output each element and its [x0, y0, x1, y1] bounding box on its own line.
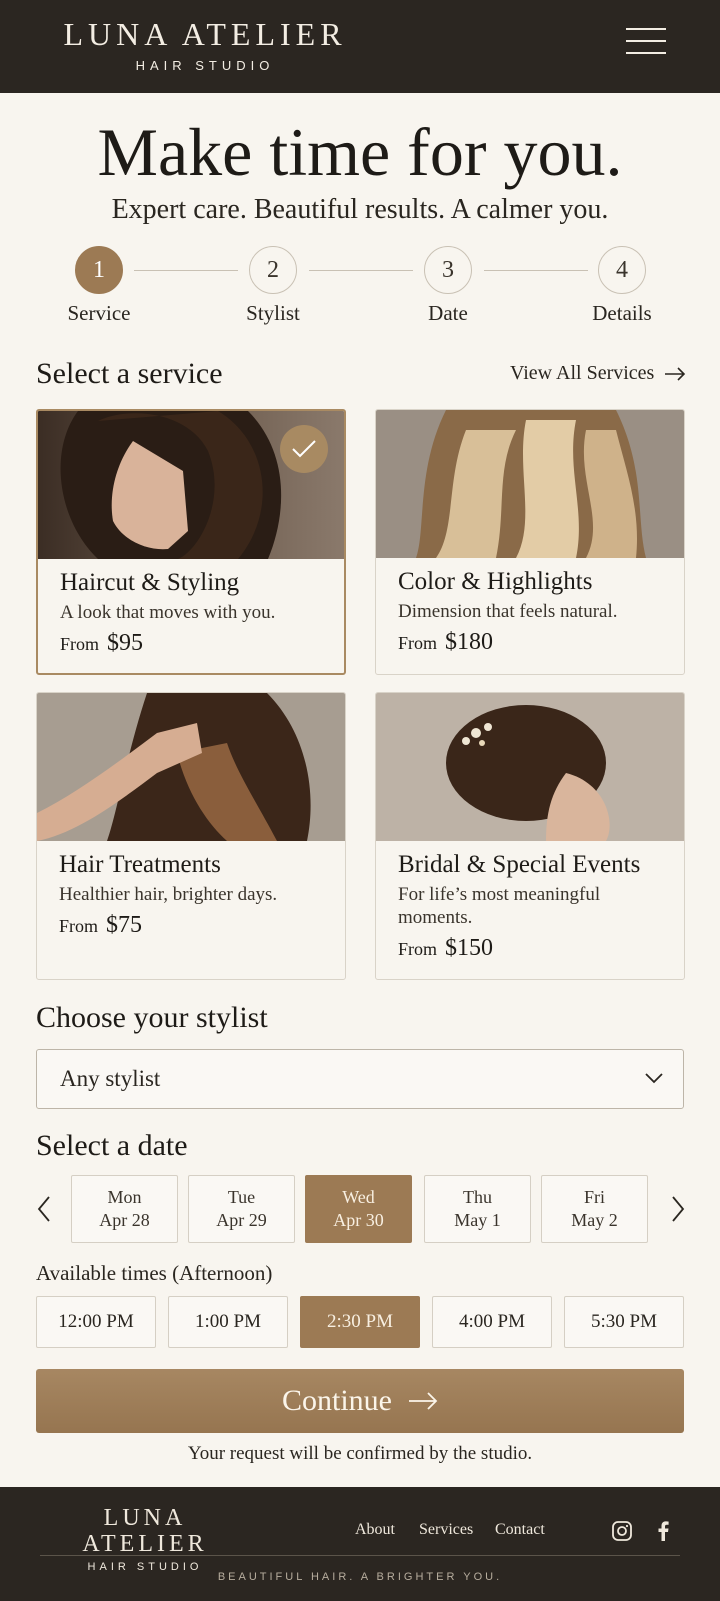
price-prefix: From	[398, 633, 438, 653]
service-title: Haircut & Styling	[60, 569, 240, 596]
price-prefix: From	[398, 939, 438, 959]
step-label: Service	[67, 301, 131, 325]
step-details[interactable]: 4 Details	[562, 246, 682, 326]
hero-subtitle: Expert care. Beautiful results. A calmer…	[111, 194, 609, 225]
service-card-color[interactable]: Color & Highlights Dimension that feels …	[375, 409, 685, 675]
arrow-right-icon	[665, 366, 686, 381]
footer-brand-name: LUNA ATELIER	[82, 1505, 208, 1557]
hamburger-menu-icon[interactable]	[626, 28, 666, 58]
arrow-right-icon	[409, 1392, 438, 1410]
date-value: May 1	[454, 1210, 501, 1230]
price-prefix: From	[59, 916, 99, 936]
footer-link-contact[interactable]: Contact	[495, 1521, 545, 1539]
service-description: For life’s most meaningful moments.	[398, 884, 601, 928]
chevron-left-icon[interactable]	[32, 1193, 56, 1225]
chevron-down-icon	[645, 1073, 663, 1084]
price-amount: $180	[445, 629, 494, 655]
step-label: Stylist	[246, 301, 300, 325]
view-all-label: View All Services	[510, 362, 655, 384]
service-image-haircut	[38, 411, 344, 559]
service-description: Dimension that feels natural.	[398, 601, 618, 622]
time-slot-selected[interactable]: 2:30 PM	[300, 1296, 420, 1348]
step-label: Date	[428, 301, 468, 325]
facebook-icon[interactable]	[651, 1519, 675, 1543]
date-day: Mon	[107, 1187, 142, 1207]
price-amount: $95	[107, 630, 144, 656]
step-number: 4	[598, 246, 646, 294]
chevron-right-icon[interactable]	[666, 1193, 690, 1225]
date-day: Thu	[463, 1187, 492, 1207]
date-chip[interactable]: Mon Apr 28	[71, 1175, 178, 1243]
stylist-select[interactable]: Any stylist	[36, 1049, 684, 1109]
step-service[interactable]: 1 Service	[39, 246, 159, 326]
date-day: Fri	[583, 1187, 605, 1207]
service-title: Hair Treatments	[59, 851, 221, 878]
brand-name: LUNA ATELIER	[63, 16, 347, 52]
selected-check-icon	[280, 425, 328, 473]
step-number: 1	[75, 246, 123, 294]
time-slot[interactable]: 5:30 PM	[564, 1296, 684, 1348]
service-image-bridal	[376, 693, 684, 841]
service-image-color	[376, 410, 684, 558]
date-chip[interactable]: Tue Apr 29	[188, 1175, 295, 1243]
available-times-label: Available times (Afternoon)	[36, 1261, 273, 1285]
footer-divider	[40, 1555, 680, 1556]
date-chip[interactable]: Thu May 1	[424, 1175, 531, 1243]
service-card-haircut[interactable]: Haircut & Styling A look that moves with…	[36, 409, 346, 675]
step-number: 3	[424, 246, 472, 294]
step-label: Details	[592, 301, 652, 325]
service-image-treatments	[37, 693, 345, 841]
service-card-treatments[interactable]: Hair Treatments Healthier hair, brighter…	[36, 692, 346, 980]
service-description: Healthier hair, brighter days.	[59, 884, 278, 905]
date-day: Tue	[227, 1187, 256, 1207]
footer-tagline: BEAUTIFUL HAIR. A BRIGHTER YOU.	[217, 1571, 503, 1583]
step-number: 2	[249, 246, 297, 294]
time-slot[interactable]: 4:00 PM	[432, 1296, 552, 1348]
service-price: From $75	[59, 912, 323, 939]
footer-brand-logo[interactable]: LUNA ATELIER HAIR STUDIO	[40, 1505, 250, 1573]
date-value: May 2	[571, 1210, 618, 1230]
view-all-services-link[interactable]: View All Services	[510, 362, 686, 385]
continue-button[interactable]: Continue	[36, 1369, 684, 1433]
date-title: Select a date	[36, 1129, 188, 1162]
service-description: A look that moves with you.	[60, 602, 276, 623]
service-price: From $150	[398, 935, 662, 962]
stylist-title: Choose your stylist	[36, 1001, 268, 1034]
price-amount: $150	[445, 935, 494, 961]
date-value: Apr 30	[333, 1210, 384, 1230]
time-slot[interactable]: 1:00 PM	[168, 1296, 288, 1348]
brand-logo[interactable]: LUNA ATELIER HAIR STUDIO	[55, 16, 355, 73]
site-header: LUNA ATELIER HAIR STUDIO	[0, 0, 720, 93]
price-prefix: From	[60, 634, 100, 654]
step-date[interactable]: 3 Date	[388, 246, 508, 326]
date-chip[interactable]: Fri May 2	[541, 1175, 648, 1243]
site-footer: LUNA ATELIER HAIR STUDIO About Services …	[0, 1487, 720, 1601]
hero-title: Make time for you.	[97, 114, 623, 190]
confirmation-note: Your request will be confirmed by the st…	[187, 1443, 533, 1464]
step-stylist[interactable]: 2 Stylist	[213, 246, 333, 326]
date-day: Wed	[342, 1187, 375, 1207]
time-slot[interactable]: 12:00 PM	[36, 1296, 156, 1348]
brand-subtitle: HAIR STUDIO	[135, 58, 275, 73]
date-chip-selected[interactable]: Wed Apr 30	[305, 1175, 412, 1243]
price-amount: $75	[106, 912, 143, 938]
service-price: From $95	[60, 630, 322, 657]
date-value: Apr 28	[99, 1210, 150, 1230]
services-title: Select a service	[36, 357, 223, 390]
stylist-select-value: Any stylist	[60, 1066, 161, 1091]
service-title: Color & Highlights	[398, 568, 593, 595]
footer-link-about[interactable]: About	[355, 1521, 395, 1539]
instagram-icon[interactable]	[610, 1519, 634, 1543]
service-title: Bridal & Special Events	[398, 851, 641, 878]
service-price: From $180	[398, 629, 662, 656]
booking-stepper: 1 Service 2 Stylist 3 Date 4 Details	[0, 246, 720, 326]
continue-label: Continue	[282, 1384, 392, 1417]
date-value: Apr 29	[216, 1210, 267, 1230]
service-card-bridal[interactable]: Bridal & Special Events For life’s most …	[375, 692, 685, 980]
footer-link-services[interactable]: Services	[419, 1521, 473, 1539]
